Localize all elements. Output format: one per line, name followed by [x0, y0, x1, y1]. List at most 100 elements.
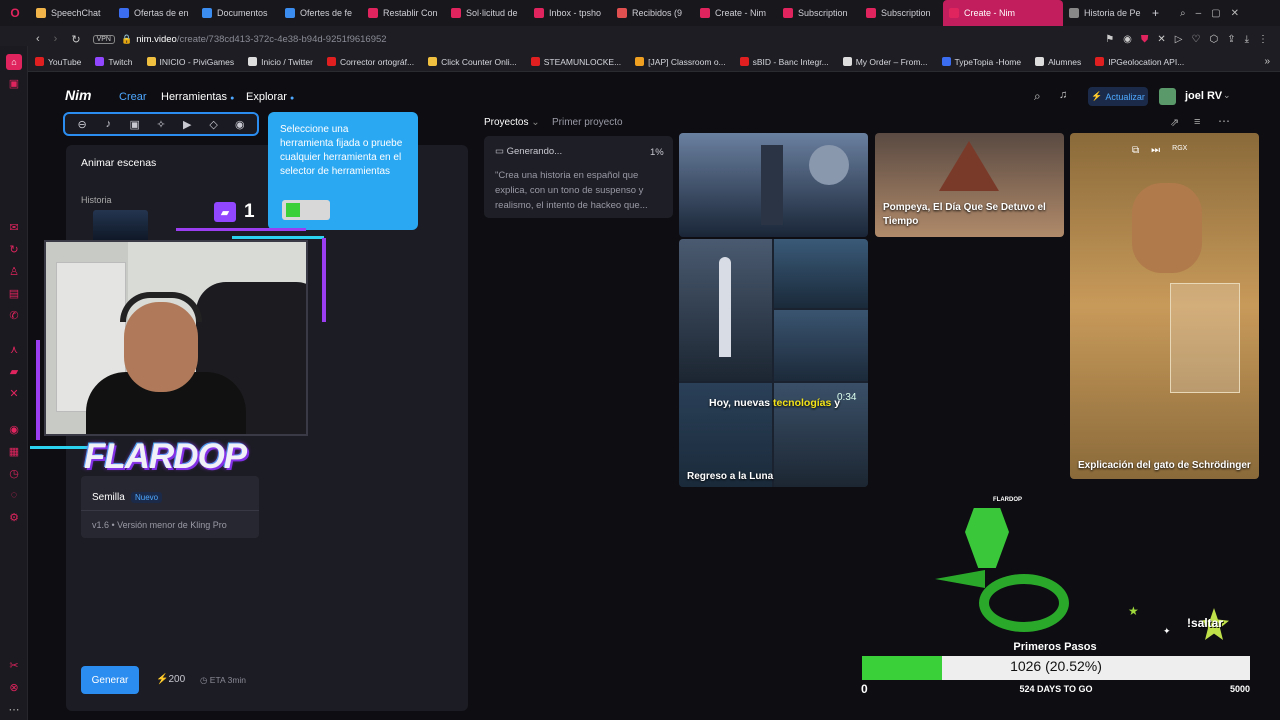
chevron-down-icon[interactable]: ⌄ [1223, 90, 1231, 101]
browser-tab[interactable]: Subscription [860, 0, 943, 26]
wallet-icon[interactable]: ▣ [7, 76, 21, 90]
browser-tab[interactable]: Documentos [196, 0, 279, 26]
settings-icon[interactable]: ⚙ [7, 510, 21, 524]
nav-tools[interactable]: Herramientas ● [161, 91, 234, 103]
hd-tool-icon[interactable]: ▣ [128, 117, 142, 131]
browser-tab[interactable]: Sol·licitud de [445, 0, 528, 26]
arc-icon[interactable]: ⋏ [7, 342, 21, 356]
play-icon[interactable]: ▷ [1175, 34, 1183, 45]
list-icon[interactable]: ≡ [1194, 116, 1200, 128]
history-thumbnail[interactable] [93, 210, 148, 242]
projects-dropdown[interactable]: Proyectos ⌄ [484, 117, 540, 128]
card-moon-grid[interactable]: Hoy, nuevas tecnologías y 0:34 Regreso a… [679, 239, 868, 487]
x-icon[interactable]: ✕ [7, 386, 21, 400]
search-tabs-icon[interactable]: ⌕ [1180, 8, 1186, 19]
clock-icon[interactable]: ◷ [7, 466, 21, 480]
whatsapp-icon[interactable]: ◌ [7, 488, 21, 502]
forward-icon[interactable]: › [54, 33, 58, 45]
tooltip-tool-button[interactable] [282, 200, 330, 220]
browser-tab[interactable]: Recibidos (9 [611, 0, 694, 26]
generate-button[interactable]: Generar [81, 666, 139, 694]
nim-logo[interactable]: Nim [65, 87, 91, 103]
project-name[interactable]: Primer proyecto [552, 117, 623, 128]
bookmark-item[interactable]: Twitch [88, 57, 139, 67]
person-icon[interactable]: ♙ [7, 264, 21, 278]
bookmark-item[interactable]: [JAP] Classroom o... [628, 57, 732, 67]
minimize-icon[interactable]: – [1196, 8, 1202, 19]
reload-icon[interactable]: ↻ [71, 33, 80, 46]
extensions-icon[interactable]: ⬡ [1209, 34, 1218, 45]
bookmark-item[interactable]: Inicio / Twitter [241, 57, 320, 67]
card-schrodinger[interactable]: ⧉ ⏭ RGX Explicación del gato de Schrödin… [1070, 133, 1259, 479]
download-icon[interactable]: ⤓ [1245, 34, 1249, 45]
camera-icon[interactable]: ◉ [1123, 34, 1132, 45]
card-pompeya[interactable]: Pompeya, El Día Que Se Detuvo el Tiempo [875, 133, 1064, 237]
browser-tab[interactable]: Ofertas de en [113, 0, 196, 26]
user-name[interactable]: joel RV [1185, 90, 1222, 102]
chat-icon[interactable]: ▤ [7, 286, 21, 300]
back-icon[interactable]: ‹ [36, 33, 40, 45]
audio-tool-icon[interactable]: ♪ [101, 117, 115, 131]
browser-tab[interactable]: Create - Nim [694, 0, 777, 26]
skip-icon[interactable]: ⏭ [1151, 145, 1160, 156]
avatar[interactable] [1159, 88, 1176, 105]
more-icon[interactable]: ⋯ [7, 702, 21, 716]
gx-icon[interactable]: ⊗ [7, 680, 21, 694]
home-icon[interactable]: ⌂ [6, 54, 22, 70]
close-window-icon[interactable]: ✕ [1231, 8, 1239, 19]
browser-tab[interactable]: Subscription [777, 0, 860, 26]
bookmark-item[interactable]: YouTube [28, 57, 88, 67]
bell-icon[interactable]: ♫ [1059, 89, 1067, 101]
copy-icon[interactable]: ⧉ [1132, 145, 1139, 156]
close-icon[interactable]: ✕ [1157, 34, 1165, 45]
browser-tab[interactable]: SpeechChat [30, 0, 113, 26]
vpn-badge[interactable]: VPN [92, 34, 115, 44]
browser-tab[interactable]: Create - Nim [943, 0, 1063, 26]
search-icon[interactable]: ⌕ [1034, 89, 1041, 104]
play-tool-icon[interactable]: ▶ [180, 117, 194, 131]
twitch-icon[interactable]: ▰ [7, 364, 21, 378]
nav-create[interactable]: Crear [119, 91, 147, 103]
bookmark-item[interactable]: TypeTopia -Home [935, 57, 1029, 67]
bookmark-item[interactable]: INICIO - PiviGames [140, 57, 242, 67]
player-icon[interactable]: ◉ [7, 422, 21, 436]
card-rocket-scene[interactable] [679, 133, 868, 237]
tools-icon[interactable]: ✂ [7, 658, 21, 672]
nav-explore[interactable]: Explorar ● [246, 91, 294, 103]
mail-icon[interactable]: ✆ [7, 308, 21, 322]
url-host[interactable]: nim.video [136, 34, 177, 45]
shield-icon[interactable]: ⛊ [1141, 34, 1149, 45]
browser-tab[interactable]: Ofertes de fe [279, 0, 362, 26]
upgrade-button[interactable]: ⚡ Actualizar [1088, 87, 1148, 106]
new-tab-button[interactable]: + [1146, 0, 1165, 26]
eye-tool-icon[interactable]: ◉ [233, 117, 247, 131]
maximize-icon[interactable]: ▢ [1211, 8, 1220, 19]
share-icon[interactable]: ⇪ [1227, 34, 1235, 45]
opera-logo-icon[interactable]: O [0, 6, 30, 20]
bookmark-label: TypeTopia -Home [954, 56, 1022, 67]
menu-icon[interactable]: ⋮ [1258, 34, 1268, 45]
bookmark-item[interactable]: STEAMUNLOCKE... [524, 57, 628, 67]
more-icon[interactable]: ⋯ [1218, 114, 1230, 128]
browser-tab[interactable]: Restablir Con [362, 0, 445, 26]
code-tool-icon[interactable]: ◇ [207, 117, 221, 131]
animate-tool-icon[interactable]: ⊖ [75, 117, 89, 131]
history-icon[interactable]: ↻ [7, 242, 21, 256]
more-bookmarks-icon[interactable]: » [1264, 56, 1280, 67]
bookmark-item[interactable]: IPGeolocation API... [1088, 57, 1191, 67]
url-path[interactable]: /create/738cd413-372c-4e38-b94d-9251f961… [177, 34, 387, 45]
browser-tab[interactable]: Historia de Pe [1063, 0, 1146, 26]
rgx-icon[interactable]: RGX [1172, 145, 1187, 156]
bookmark-item[interactable]: My Order – From... [836, 57, 935, 67]
bookmark-item[interactable]: Alumnes [1028, 57, 1088, 67]
heart-icon[interactable]: ♡ [1191, 34, 1200, 45]
browser-tab[interactable]: Inbox - tpsho [528, 0, 611, 26]
bookmark-item[interactable]: sBID - Banc Integr... [733, 57, 836, 67]
messenger-icon[interactable]: ✉ [7, 220, 21, 234]
inbox-icon[interactable]: ▦ [7, 444, 21, 458]
bookmark-item[interactable]: Corrector ortográf... [320, 57, 421, 67]
bookmark-icon[interactable]: ⚑ [1105, 34, 1114, 45]
share-icon[interactable]: ⇗ [1170, 116, 1179, 129]
bookmark-item[interactable]: Click Counter Onli... [421, 57, 524, 67]
magic-tool-icon[interactable]: ✧ [154, 117, 168, 131]
